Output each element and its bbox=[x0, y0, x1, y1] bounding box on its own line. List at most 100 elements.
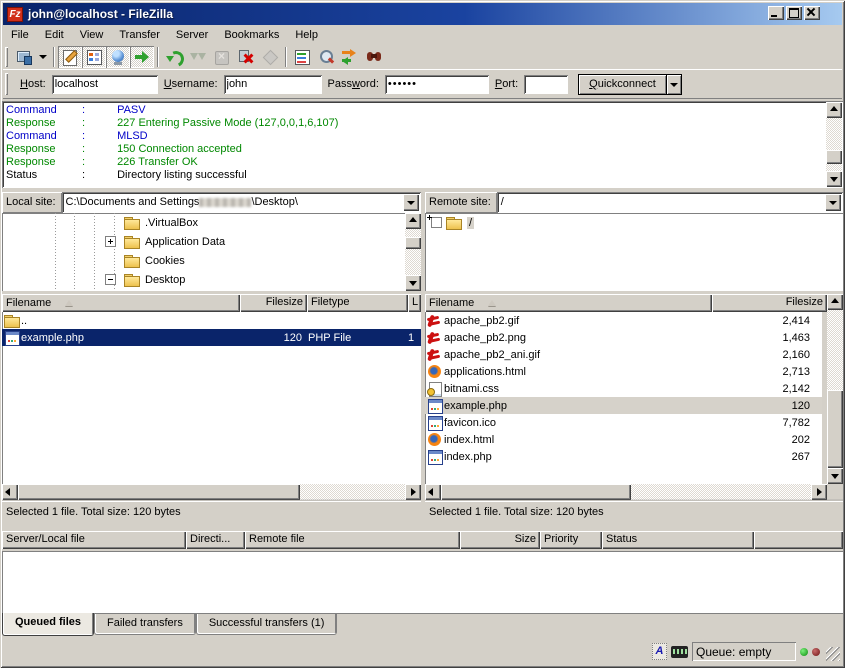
menu-bookmarks[interactable]: Bookmarks bbox=[216, 27, 287, 43]
host-input[interactable] bbox=[52, 75, 158, 94]
column-header-priority[interactable]: Priority bbox=[540, 531, 602, 549]
scroll-thumb[interactable] bbox=[18, 484, 300, 500]
filter-button[interactable] bbox=[290, 46, 314, 68]
titlebar[interactable]: Fz john@localhost - FileZilla bbox=[3, 3, 842, 25]
refresh-button[interactable] bbox=[162, 46, 186, 68]
file-row[interactable]: favicon.ico7,782 bbox=[425, 414, 822, 431]
local-tree-scrollbar[interactable] bbox=[405, 213, 421, 291]
close-button[interactable] bbox=[804, 6, 820, 20]
column-header-lastmodified[interactable]: L bbox=[408, 294, 421, 312]
data-type-indicator-icon[interactable]: A bbox=[652, 643, 667, 660]
column-header-filetype[interactable]: Filetype bbox=[307, 294, 408, 312]
scroll-up-icon[interactable] bbox=[826, 102, 842, 118]
tree-item[interactable]: Application Data bbox=[2, 232, 405, 251]
menu-help[interactable]: Help bbox=[287, 27, 326, 43]
scroll-thumb[interactable] bbox=[827, 390, 843, 468]
synchronized-browsing-button[interactable] bbox=[338, 46, 362, 68]
scroll-up-icon[interactable] bbox=[827, 294, 843, 310]
collapse-icon[interactable] bbox=[105, 274, 116, 285]
scroll-right-icon[interactable] bbox=[811, 484, 827, 500]
local-file-list[interactable]: .. example.php 120 PHP File 1 bbox=[2, 312, 421, 484]
scroll-up-icon[interactable] bbox=[405, 213, 421, 229]
scroll-down-icon[interactable] bbox=[827, 468, 843, 484]
file-row[interactable]: index.php267 bbox=[425, 448, 822, 465]
file-row[interactable]: apache_pb2_ani.gif2,160 bbox=[425, 346, 822, 363]
local-directory-tree[interactable]: .VirtualBox Application Data Cookies Des… bbox=[2, 213, 421, 291]
scroll-down-icon[interactable] bbox=[826, 171, 842, 187]
cancel-operation-button[interactable] bbox=[210, 46, 234, 68]
column-header-size[interactable]: Size bbox=[460, 531, 540, 549]
menu-file[interactable]: File bbox=[3, 27, 37, 43]
toggle-message-log-button[interactable] bbox=[58, 46, 82, 68]
combo-dropdown-icon[interactable] bbox=[403, 194, 419, 211]
remote-list-scrollbar[interactable] bbox=[827, 294, 843, 484]
quickconnect-button[interactable]: Quickconnect bbox=[578, 74, 667, 95]
speed-limit-icon[interactable] bbox=[671, 646, 688, 658]
site-manager-dropdown-button[interactable] bbox=[36, 46, 50, 68]
scroll-left-icon[interactable] bbox=[2, 484, 18, 500]
local-list-hscrollbar[interactable] bbox=[2, 484, 421, 500]
log-scrollbar[interactable] bbox=[826, 102, 842, 187]
menu-edit[interactable]: Edit bbox=[37, 27, 72, 43]
file-row[interactable]: index.html202 bbox=[425, 431, 822, 448]
file-row[interactable]: apache_pb2.gif2,414 bbox=[425, 312, 822, 329]
find-files-button[interactable] bbox=[362, 46, 386, 68]
menu-view[interactable]: View bbox=[72, 27, 112, 43]
scroll-right-icon[interactable] bbox=[405, 484, 421, 500]
scroll-down-icon[interactable] bbox=[405, 275, 421, 291]
remote-file-list[interactable]: apache_pb2.gif2,414 apache_pb2.png1,463 … bbox=[425, 312, 822, 484]
scroll-thumb[interactable] bbox=[405, 237, 421, 249]
column-header-filename[interactable]: Filename bbox=[2, 294, 240, 312]
local-site-combobox[interactable]: C:\Documents and Settings\Desktop\ bbox=[62, 192, 421, 213]
process-queue-button[interactable] bbox=[186, 46, 210, 68]
scroll-left-icon[interactable] bbox=[425, 484, 441, 500]
column-header-remote-file[interactable]: Remote file bbox=[245, 531, 460, 549]
site-manager-button[interactable] bbox=[12, 46, 36, 68]
column-header-direction[interactable]: Directi... bbox=[186, 531, 245, 549]
column-header-server-local-file[interactable]: Server/Local file bbox=[2, 531, 186, 549]
column-header-filesize[interactable]: Filesize bbox=[240, 294, 307, 312]
quickconnect-grip[interactable] bbox=[5, 73, 8, 95]
directory-comparison-button[interactable] bbox=[314, 46, 338, 68]
toggle-transfer-queue-button[interactable] bbox=[130, 46, 154, 68]
tab-successful-transfers[interactable]: Successful transfers (1) bbox=[196, 614, 338, 635]
expand-icon[interactable] bbox=[431, 217, 442, 228]
maximize-button[interactable] bbox=[786, 6, 802, 20]
tree-item[interactable]: .VirtualBox bbox=[2, 213, 405, 232]
toggle-remote-tree-button[interactable] bbox=[106, 46, 130, 68]
port-input[interactable] bbox=[524, 75, 568, 94]
tree-item[interactable]: / bbox=[425, 213, 843, 232]
expand-icon[interactable] bbox=[105, 236, 116, 247]
tree-item[interactable]: Cookies bbox=[2, 251, 405, 270]
file-row[interactable]: applications.html2,713 bbox=[425, 363, 822, 380]
tree-item[interactable]: Desktop bbox=[2, 270, 405, 289]
reconnect-button[interactable] bbox=[258, 46, 282, 68]
file-row[interactable]: apache_pb2.png1,463 bbox=[425, 329, 822, 346]
remote-site-combobox[interactable]: / bbox=[497, 192, 843, 213]
toolbar-grip[interactable] bbox=[5, 47, 8, 67]
column-header-status[interactable]: Status bbox=[602, 531, 754, 549]
toggle-local-tree-button[interactable] bbox=[82, 46, 106, 68]
file-row[interactable]: .. bbox=[2, 312, 421, 329]
tab-queued-files[interactable]: Queued files bbox=[2, 613, 94, 636]
combo-dropdown-icon[interactable] bbox=[825, 194, 841, 211]
remote-list-hscrollbar[interactable] bbox=[425, 484, 827, 500]
column-header-filename[interactable]: Filename bbox=[425, 294, 712, 312]
scroll-thumb[interactable] bbox=[826, 150, 842, 164]
scroll-thumb[interactable] bbox=[441, 484, 631, 500]
quickconnect-dropdown-button[interactable] bbox=[667, 74, 682, 95]
minimize-button[interactable] bbox=[768, 6, 784, 20]
file-row[interactable]: example.php 120 PHP File 1 bbox=[2, 329, 421, 346]
resize-grip[interactable] bbox=[826, 647, 840, 661]
file-row[interactable]: example.php120 bbox=[425, 397, 822, 414]
tab-failed-transfers[interactable]: Failed transfers bbox=[94, 614, 196, 635]
column-header-filesize[interactable]: Filesize bbox=[712, 294, 827, 312]
disconnect-button[interactable] bbox=[234, 46, 258, 68]
remote-directory-tree[interactable]: / bbox=[425, 213, 843, 291]
password-input[interactable] bbox=[385, 75, 489, 94]
message-log[interactable]: Command:PASV Response:227 Entering Passi… bbox=[2, 101, 843, 188]
menu-server[interactable]: Server bbox=[168, 27, 216, 43]
transfer-queue-list[interactable] bbox=[2, 551, 843, 613]
menu-transfer[interactable]: Transfer bbox=[111, 27, 168, 43]
file-row[interactable]: bitnami.css2,142 bbox=[425, 380, 822, 397]
